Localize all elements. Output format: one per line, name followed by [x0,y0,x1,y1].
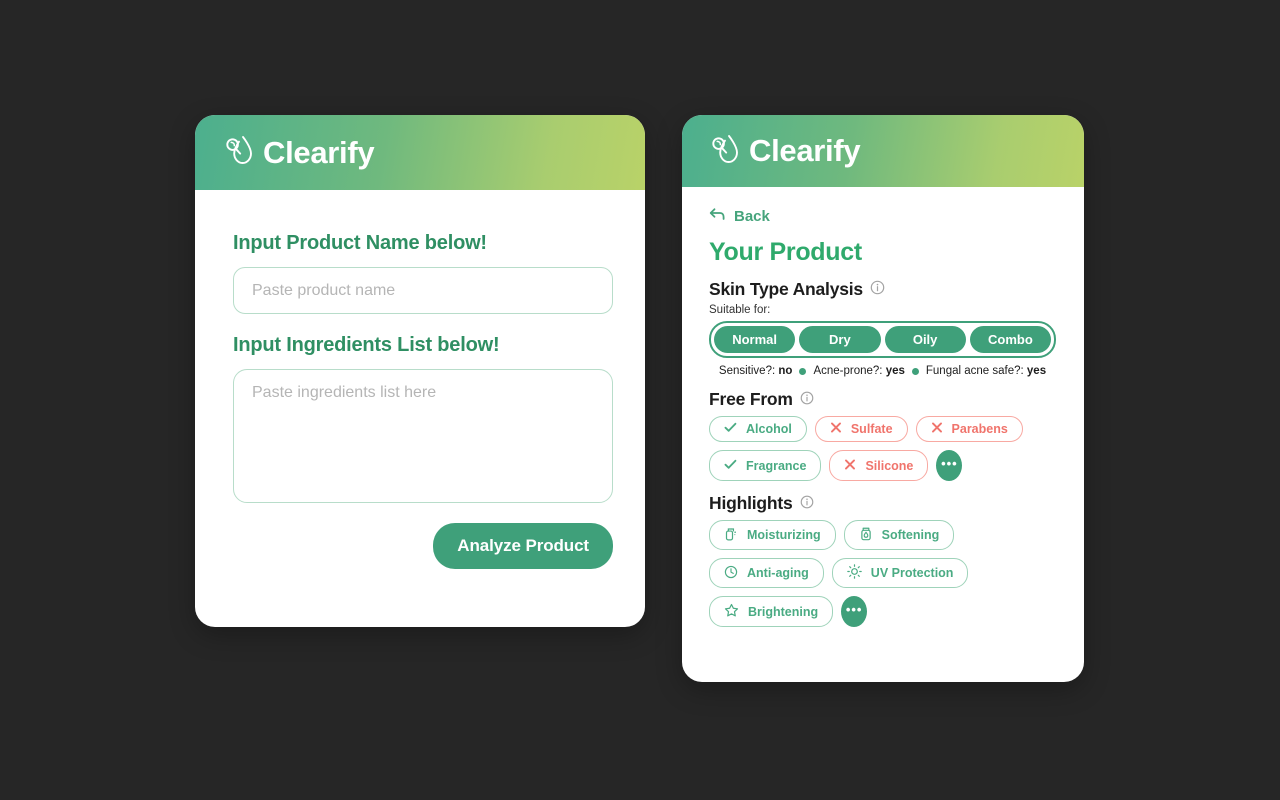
skin-type-option-dry[interactable]: Dry [799,326,881,353]
arrow-back-icon [709,207,726,225]
brand-result: Clearify [710,133,861,170]
sun-icon [847,564,862,582]
brand-name: Clearify [263,134,375,170]
clock-icon [724,565,738,582]
info-icon[interactable] [870,279,885,300]
info-icon[interactable] [800,493,814,514]
skin-type-selector: Normal Dry Oily Combo [709,321,1056,358]
brand: Clearify [224,134,375,171]
chip-label: Alcohol [746,422,792,436]
star-icon [724,603,739,621]
analyze-product-button[interactable]: Analyze Product [433,523,613,569]
chip-label: Silicone [865,458,914,473]
free-from-chip-alcohol[interactable]: Alcohol [709,416,807,442]
chip-label: Softening [881,528,940,542]
product-result-card: Clearify Back Your Product Skin Type Ana… [682,115,1084,682]
chip-label: UV Protection [870,566,954,580]
skin-type-option-combo[interactable]: Combo [969,326,1051,353]
free-from-heading: Free From [709,389,1057,410]
free-from-heading-label: Free From [709,389,793,409]
skin-flags-row: Sensitive?: no Acne-prone?: yes Fungal a… [709,365,1056,377]
free-from-chip-fragrance[interactable]: Fragrance [709,450,822,481]
highlight-chip-moisturizing[interactable]: Moisturizing [709,520,836,550]
input-form: Input Product Name below! Input Ingredie… [195,190,645,569]
flag-sensitive: Sensitive?: no [719,365,793,377]
suitable-for-label: Suitable for: [709,304,771,316]
flag-acne-prone-value: yes [885,365,905,377]
skin-type-heading-label: Skin Type Analysis [709,279,863,299]
free-from-chip-silicone[interactable]: Silicone [829,450,929,481]
droplet-magnifier-icon [710,133,740,170]
result-content: Back Your Product Skin Type Analysis Sui… [682,187,1084,627]
chip-label: Anti-aging [747,566,809,580]
back-label: Back [734,207,770,225]
droplet-magnifier-icon [224,134,254,171]
chip-label: Fragrance [746,458,807,473]
product-name-label: Input Product Name below! [233,232,487,254]
back-button[interactable]: Back [709,207,770,225]
flag-acne-prone-label: Acne-prone?: [813,365,883,377]
chip-label: Sulfate [850,422,893,436]
separator-dot-icon [911,367,919,375]
page-title: Your Product [709,238,862,266]
highlight-chip-brightening[interactable]: Brightening [709,596,834,627]
skin-type-option-oily[interactable]: Oily [884,326,966,353]
chip-label: Moisturizing [747,528,821,542]
app-header: Clearify [195,115,645,190]
highlight-chip-anti-aging[interactable]: Anti-aging [709,558,824,588]
submit-row: Analyze Product [233,523,613,569]
highlights-more-button[interactable]: ••• [841,596,868,627]
highlights-chips: Moisturizing Softening Anti-aging UV Pro… [709,520,1059,627]
separator-dot-icon [799,367,807,375]
free-from-chip-sulfate[interactable]: Sulfate [814,416,908,442]
flag-fungal-acne-safe-value: yes [1026,365,1047,377]
chip-label: Brightening [748,604,819,619]
flag-fungal-acne-safe-label: Fungal acne safe?: [925,365,1024,377]
check-icon [724,459,737,473]
flag-sensitive-label: Sensitive?: [718,365,776,377]
chip-label: Parabens [951,422,1008,436]
brand-name: Clearify [749,133,861,168]
cross-icon [844,459,856,473]
highlight-chip-softening[interactable]: Softening [843,520,955,550]
flag-fungal-acne-safe: Fungal acne safe?: yes [926,365,1046,377]
pump-bottle-icon [724,526,738,544]
flag-sensitive-value: no [778,365,793,377]
skin-type-heading: Skin Type Analysis [709,279,1057,300]
cross-icon [830,422,842,436]
ingredients-label: Input Ingredients List below! [233,334,500,356]
app-header-result: Clearify [682,115,1084,187]
flag-acne-prone: Acne-prone?: yes [813,365,904,377]
cross-icon [931,422,943,436]
skin-type-option-normal[interactable]: Normal [714,326,796,353]
free-from-chip-parabens[interactable]: Parabens [915,416,1023,442]
cream-tube-icon [859,526,873,544]
product-input-card: Clearify Input Product Name below! Input… [195,115,645,627]
info-icon[interactable] [800,389,814,410]
highlight-chip-uv-protection[interactable]: UV Protection [831,558,969,588]
highlights-heading-label: Highlights [709,493,793,513]
screen: Clearify Input Product Name below! Input… [0,0,1280,800]
check-icon [724,422,737,436]
ingredients-input[interactable] [233,369,613,503]
product-name-input[interactable] [233,267,613,314]
highlights-heading: Highlights [709,493,1057,514]
free-from-chips: Alcohol Sulfate Parabens Fragrance Silic… [709,416,1059,481]
free-from-more-button[interactable]: ••• [936,450,963,481]
